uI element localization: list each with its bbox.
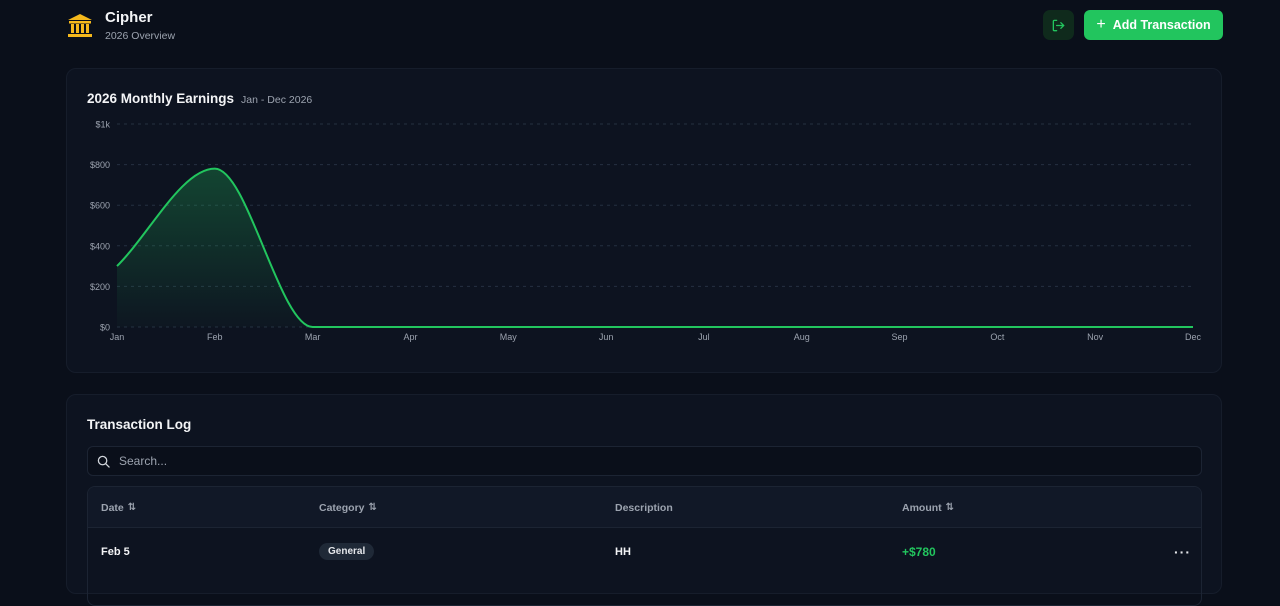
search-input[interactable] (119, 454, 1119, 468)
x-tick-label: Sep (892, 332, 908, 342)
transaction-table: Date ⇅ Category ⇅ Description Amount ⇅ F… (87, 486, 1202, 606)
x-tick-label: Mar (305, 332, 321, 342)
column-header-category[interactable]: Category ⇅ (319, 487, 377, 528)
earnings-chart-card: 2026 Monthly Earnings Jan - Dec 2026 $0 $… (66, 68, 1222, 373)
app-title: Cipher (105, 9, 153, 26)
column-label: Amount (902, 501, 942, 514)
x-tick-label: May (500, 332, 518, 342)
table-header: Date ⇅ Category ⇅ Description Amount ⇅ (88, 487, 1201, 528)
data-point (213, 167, 217, 171)
cell-category: General (319, 528, 375, 575)
column-header-description: Description (615, 487, 673, 528)
earnings-chart: $0 $200 $400 $600 $800 $1k Jan Feb Mar Apr May Jun J… (90, 120, 1202, 343)
top-bar: Cipher 2026 Overview + Add Transaction (0, 0, 1280, 50)
data-point (995, 325, 999, 329)
y-tick-label: $200 (90, 282, 110, 292)
y-tick-label: $400 (90, 241, 110, 251)
x-tick-label: Jan (110, 332, 125, 342)
plus-icon: + (1096, 16, 1106, 33)
app-subtitle: 2026 Overview (105, 30, 176, 42)
sort-icon[interactable]: ⇅ (128, 502, 136, 513)
y-tick-label: $800 (90, 160, 110, 170)
data-point (506, 325, 510, 329)
data-point (115, 264, 119, 268)
brand: Cipher 2026 Overview (66, 8, 175, 43)
table-row[interactable]: Feb 5 General HH +$780 ··· (88, 528, 1201, 575)
data-point (311, 325, 315, 329)
x-tick-label: Aug (794, 332, 810, 342)
bank-icon (68, 14, 92, 37)
add-transaction-button[interactable]: + Add Transaction (1084, 10, 1223, 40)
x-tick-label: Dec (1185, 332, 1202, 342)
sort-icon[interactable]: ⇅ (369, 502, 377, 513)
y-tick-label: $0 (100, 323, 110, 333)
y-tick-label: $600 (90, 201, 110, 211)
logout-button[interactable] (1043, 10, 1074, 40)
data-point (800, 325, 804, 329)
more-horizontal-icon[interactable]: ··· (1174, 528, 1191, 575)
column-label: Date (101, 501, 124, 514)
cell-description: HH (615, 545, 631, 558)
series-area (117, 168, 1193, 327)
cell-date: Feb 5 (101, 545, 130, 558)
y-tick-label: $1k (95, 120, 110, 130)
search-box (87, 446, 1202, 476)
x-tick-label: Apr (403, 332, 417, 342)
logout-icon (1052, 19, 1065, 31)
x-tick-label: Feb (207, 332, 223, 342)
x-tick-label: Oct (990, 332, 1005, 342)
column-header-date[interactable]: Date ⇅ (101, 487, 136, 528)
log-title: Transaction Log (87, 417, 192, 432)
add-transaction-label: Add Transaction (1112, 18, 1211, 32)
data-point (604, 325, 608, 329)
data-point (1191, 325, 1195, 329)
x-tick-label: Jun (599, 332, 614, 342)
category-badge: General (319, 543, 375, 560)
x-tick-label: Jul (698, 332, 710, 342)
data-point (702, 325, 706, 329)
data-point (408, 325, 412, 329)
data-point (1093, 325, 1097, 329)
cell-amount: +$780 (902, 544, 936, 559)
data-point (898, 325, 902, 329)
column-label: Category (319, 501, 365, 514)
search-icon (97, 455, 110, 468)
column-header-amount[interactable]: Amount ⇅ (902, 487, 954, 528)
transaction-log-card: Transaction Log Date ⇅ Category ⇅ Descri… (66, 394, 1222, 606)
column-label: Description (615, 501, 673, 514)
sort-icon[interactable]: ⇅ (946, 502, 954, 513)
x-tick-label: Nov (1087, 332, 1104, 342)
